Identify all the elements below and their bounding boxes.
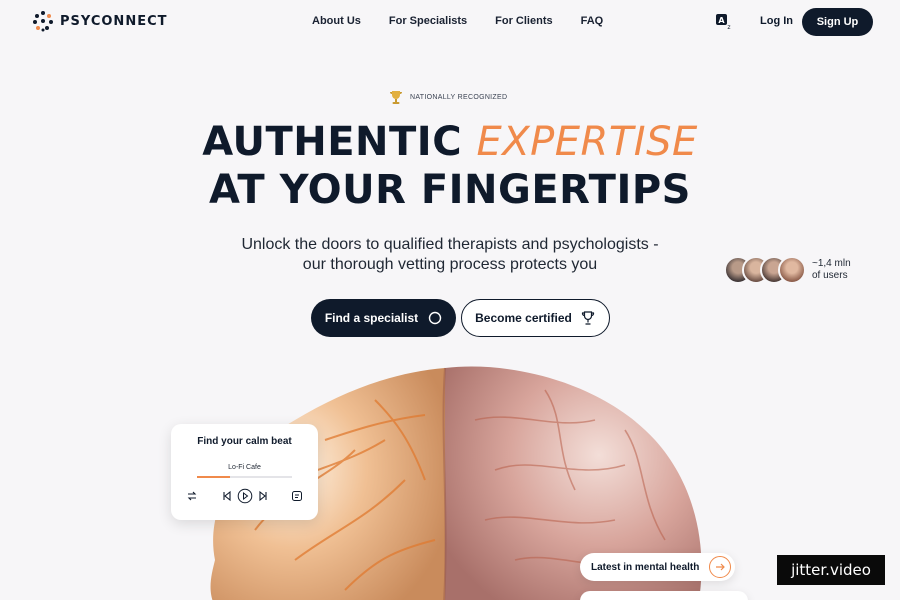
hero-title: AUTHENTIC EXPERTISE AT YOUR FINGERTIPS <box>0 118 900 214</box>
become-certified-button[interactable]: Become certified <box>461 299 610 337</box>
become-certified-label: Become certified <box>475 311 572 325</box>
secondary-card <box>580 591 748 600</box>
user-count-label: of users <box>812 270 848 281</box>
badge-text: NATIONALLY RECOGNIZED <box>410 93 508 101</box>
user-count-value: ~1,4 mln <box>812 258 851 269</box>
svg-text:z: z <box>727 24 730 31</box>
svg-text:A: A <box>718 16 725 25</box>
nav-faq[interactable]: FAQ <box>581 15 604 27</box>
track-progress-fill <box>197 476 231 478</box>
user-count-widget: ~1,4 mln of users <box>724 256 851 284</box>
brand-name: PSYCONNECT <box>60 13 168 29</box>
title-line-two: AT YOUR FINGERTIPS <box>209 167 691 213</box>
signup-button[interactable]: Sign Up <box>802 8 873 36</box>
brand-logo[interactable]: PSYCONNECT <box>32 10 167 32</box>
track-progress[interactable] <box>197 476 292 478</box>
subtitle-line-1: Unlock the doors to qualified therapists… <box>241 236 659 253</box>
award-icon <box>390 91 402 104</box>
arrow-right-icon <box>709 556 731 578</box>
latest-label: Latest in mental health <box>591 561 700 573</box>
user-count-text: ~1,4 mln of users <box>812 258 851 282</box>
music-player-card: Find your calm beat Lo-Fi Cafe <box>171 424 318 520</box>
main-menu: About Us For Specialists For Clients FAQ <box>312 15 603 27</box>
playlist-icon[interactable] <box>291 490 303 502</box>
music-card-title: Find your calm beat <box>197 436 292 447</box>
prev-icon[interactable] <box>221 490 233 502</box>
find-specialist-label: Find a specialist <box>324 311 419 325</box>
repeat-icon[interactable] <box>185 490 199 502</box>
top-navigation: PSYCONNECT About Us For Specialists For … <box>0 0 900 44</box>
next-icon[interactable] <box>257 490 269 502</box>
find-specialist-button[interactable]: Find a specialist <box>311 299 456 337</box>
track-name: Lo-Fi Cafe <box>228 464 261 471</box>
title-authentic: AUTHENTIC <box>202 119 477 165</box>
watermark: jitter.video <box>777 555 885 585</box>
latest-mental-health-link[interactable]: Latest in mental health <box>580 553 735 581</box>
translate-icon[interactable]: A z <box>715 13 733 31</box>
play-icon[interactable] <box>237 488 253 504</box>
nav-for-specialists[interactable]: For Specialists <box>389 15 467 27</box>
logo-dots-icon <box>33 11 53 32</box>
title-expertise: EXPERTISE <box>476 119 698 165</box>
circle-icon <box>428 311 442 325</box>
nav-about-us[interactable]: About Us <box>312 15 361 27</box>
trophy-icon <box>581 311 594 325</box>
avatar <box>778 256 806 284</box>
nav-for-clients[interactable]: For Clients <box>495 15 552 27</box>
recognition-badge: NATIONALLY RECOGNIZED <box>388 89 507 105</box>
login-link[interactable]: Log In <box>760 15 793 27</box>
